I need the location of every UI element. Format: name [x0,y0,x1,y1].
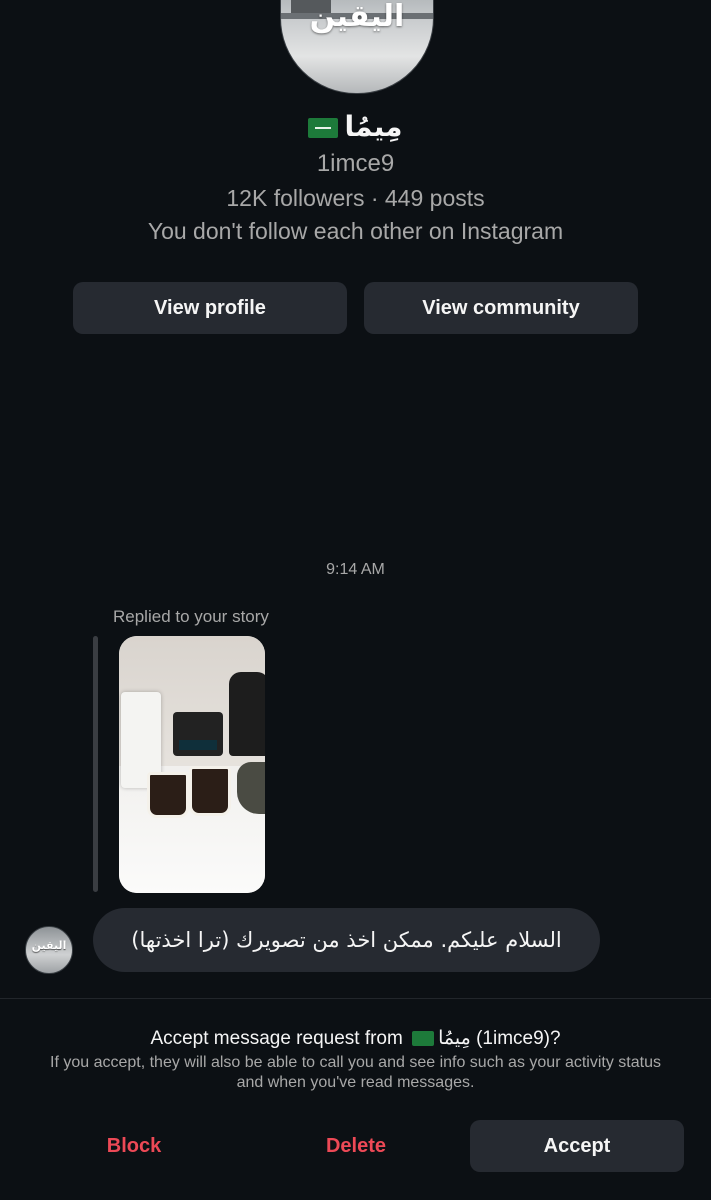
follow-status-note: You don't follow each other on Instagram [147,218,564,244]
view-profile-button[interactable]: View profile [73,282,347,334]
request-title-prefix: Accept message request from [150,1028,403,1049]
request-title-name: مِيمُا [438,1028,471,1049]
block-button[interactable]: Block [60,1120,208,1172]
sender-avatar-logo: اليقين [31,939,67,952]
story-thumbnail[interactable] [119,636,265,893]
message-request-screen: اليقين مِيمُا 1imce9 12K followers · 449… [0,0,711,1200]
profile-avatar[interactable]: اليقين [280,0,434,94]
request-description: If you accept, they will also be able to… [50,1054,661,1091]
saudi-flag-small-icon [412,1031,435,1047]
divider [0,998,711,999]
display-name-text: مِيمُا [344,110,403,143]
saudi-flag-icon [308,118,339,138]
avatar-logo-text: اليقين [309,0,405,34]
delete-button[interactable]: Delete [282,1120,430,1172]
profile-stats: 12K followers · 449 posts [226,185,485,211]
replied-to-story-label: Replied to your story [113,607,269,626]
message-bubble[interactable]: السلام عليكم. ممكن اخذ من تصويرك (ترا اخ… [93,908,600,972]
message-text: السلام عليكم. ممكن اخذ من تصويرك (ترا اخ… [131,928,562,952]
sender-avatar[interactable]: اليقين [25,926,73,974]
username: 1imce9 [316,150,395,177]
accept-button[interactable]: Accept [470,1120,684,1172]
message-timestamp: 9:14 AM [326,561,385,578]
view-community-button[interactable]: View community [364,282,638,334]
request-title: Accept message request from مِيمُا (1imc… [0,1027,711,1050]
display-name: مِيمُا [0,110,711,143]
reply-indicator-bar [93,636,98,892]
request-title-handle: (1imce9)? [476,1028,561,1049]
